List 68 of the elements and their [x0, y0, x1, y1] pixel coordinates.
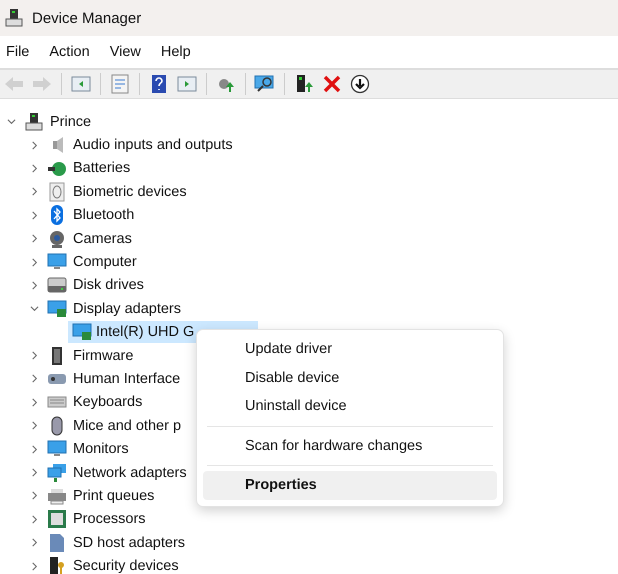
- tree-item[interactable]: Biometric devices: [69, 182, 191, 202]
- tree-item[interactable]: Batteries: [69, 158, 134, 178]
- back-arrow-icon: [4, 76, 24, 92]
- key-icon: [47, 556, 67, 574]
- expand-chevron-icon[interactable]: [30, 562, 38, 571]
- context-menu-item[interactable]: Disable device: [203, 364, 497, 392]
- display-adapter-icon: [72, 322, 92, 342]
- expand-chevron-icon[interactable]: [30, 491, 38, 500]
- properties-icon: [111, 74, 129, 94]
- context-menu-item[interactable]: Uninstall device: [203, 392, 497, 420]
- tree-item[interactable]: Cameras: [69, 228, 136, 249]
- expand-chevron-icon[interactable]: [30, 468, 38, 478]
- forward-arrow-icon: [32, 76, 52, 92]
- menu-item[interactable]: Action: [43, 44, 104, 60]
- collapse-chevron-icon[interactable]: [6, 117, 16, 126]
- expand-chevron-icon[interactable]: [30, 210, 38, 220]
- expand-chevron-icon[interactable]: [30, 234, 38, 244]
- sd-card-icon: [47, 532, 67, 553]
- expand-chevron-icon[interactable]: [30, 351, 38, 360]
- help-icon: [151, 74, 167, 94]
- tree-item[interactable]: Computer: [69, 252, 141, 272]
- display-adapter-icon: [47, 298, 67, 319]
- expand-chevron-icon[interactable]: [30, 258, 38, 267]
- expand-chevron-icon[interactable]: [30, 140, 38, 150]
- tree-item[interactable]: Audio inputs and outputs: [69, 135, 237, 156]
- tree-item[interactable]: Security devices: [69, 556, 183, 574]
- expand-chevron-icon[interactable]: [30, 280, 38, 290]
- expand-chevron-icon[interactable]: [30, 538, 38, 548]
- tree-item[interactable]: Monitors: [69, 439, 133, 460]
- expand-chevron-icon[interactable]: [30, 187, 38, 196]
- tree-item[interactable]: Firmware: [69, 346, 138, 366]
- tree-item[interactable]: Keyboards: [69, 392, 146, 412]
- device-upload-icon: [294, 74, 314, 94]
- disk-drive-icon: [47, 275, 67, 296]
- menu-item[interactable]: View: [104, 44, 155, 60]
- menu-item[interactable]: Help: [154, 44, 205, 60]
- computer-icon: [4, 8, 24, 28]
- processor-icon: [47, 509, 67, 530]
- tree-item[interactable]: Disk drives: [69, 275, 148, 296]
- menu-item[interactable]: File: [0, 44, 44, 60]
- expand-chevron-icon[interactable]: [30, 421, 38, 430]
- expand-chevron-icon[interactable]: [30, 444, 38, 454]
- network-icon: [47, 462, 67, 483]
- context-menu-item[interactable]: Properties: [203, 471, 497, 500]
- expand-chevron-icon[interactable]: [30, 374, 38, 384]
- fingerprint-icon: [47, 182, 67, 202]
- collapse-chevron-icon[interactable]: [30, 304, 38, 314]
- webcam-icon: [47, 228, 67, 249]
- context-menu-item[interactable]: Scan for hardware changes: [203, 432, 497, 460]
- tree-item[interactable]: Human Interface: [69, 368, 184, 389]
- tree-item[interactable]: Display adapters: [69, 298, 185, 319]
- expand-chevron-icon[interactable]: [30, 398, 38, 407]
- expand-chevron-icon[interactable]: [30, 164, 38, 173]
- tree-item[interactable]: Processors: [69, 509, 150, 530]
- tree-item[interactable]: SD host adapters: [69, 532, 190, 553]
- tree-item[interactable]: Mice and other p: [69, 416, 186, 436]
- close-icon: [323, 75, 341, 93]
- action-pane-icon: [177, 75, 197, 93]
- download-icon: [350, 74, 370, 94]
- tree-item[interactable]: Bluetooth: [69, 205, 138, 226]
- window-title: Device Manager: [32, 10, 142, 26]
- expand-chevron-icon[interactable]: [30, 514, 38, 524]
- tree-item[interactable]: Prince: [46, 112, 96, 132]
- computer-icon: [24, 112, 44, 132]
- monitor-search-icon: [254, 74, 276, 94]
- tree-item[interactable]: Network adapters: [69, 462, 191, 483]
- console-tree-icon: [71, 75, 91, 93]
- tree-item[interactable]: Print queues: [69, 486, 158, 506]
